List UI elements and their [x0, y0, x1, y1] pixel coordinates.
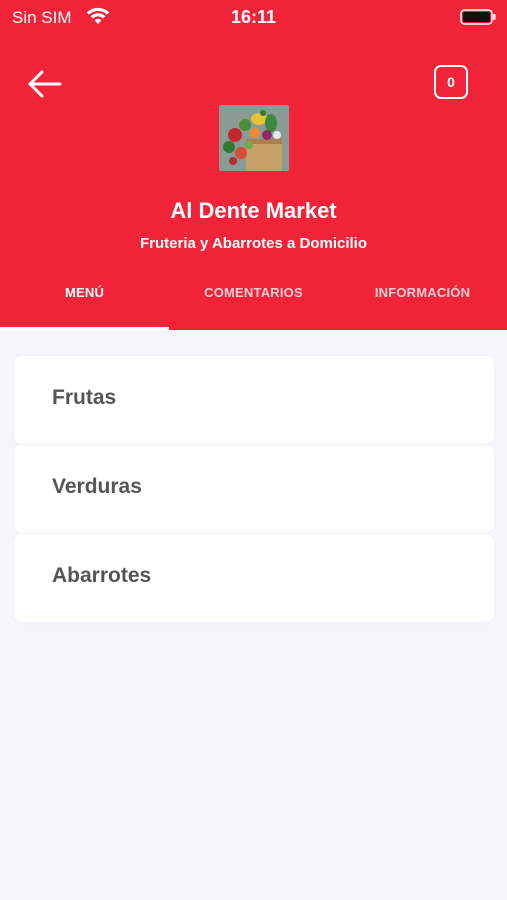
category-label: Verduras — [52, 475, 142, 498]
store-logo — [219, 105, 289, 171]
tab-menu[interactable]: MENÚ — [0, 270, 169, 330]
category-label: Abarrotes — [52, 564, 152, 587]
store-subtitle: Fruteria y Abarrotes a Domicilio — [139, 235, 367, 252]
store-name: Al Dente Market — [170, 198, 337, 223]
category-card-frutas[interactable]: Frutas — [14, 356, 494, 444]
menu-category-list: Frutas Verduras Abarrotes — [14, 356, 494, 623]
category-card-verduras[interactable]: Verduras — [14, 445, 494, 533]
cart-button[interactable]: 0 — [434, 65, 468, 99]
category-label: Frutas — [52, 386, 117, 409]
back-button[interactable] — [25, 64, 65, 104]
status-time: 16:11 — [230, 7, 277, 27]
arrow-left-icon — [28, 70, 62, 98]
tab-comentarios[interactable]: COMENTARIOS — [169, 270, 338, 330]
battery-icon — [460, 9, 496, 25]
active-tab-indicator — [0, 327, 169, 330]
tab-informacion[interactable]: INFORMACIÓN — [338, 270, 507, 330]
tab-bar: MENÚ COMENTARIOS INFORMACIÓN — [0, 270, 507, 330]
cart-count: 0 — [447, 74, 455, 90]
store-header: Sin SIM 16:11 0 Al Dente Market Fruteria… — [0, 0, 507, 330]
category-card-abarrotes[interactable]: Abarrotes — [14, 534, 494, 622]
status-bar: Sin SIM 16:11 — [0, 0, 507, 36]
